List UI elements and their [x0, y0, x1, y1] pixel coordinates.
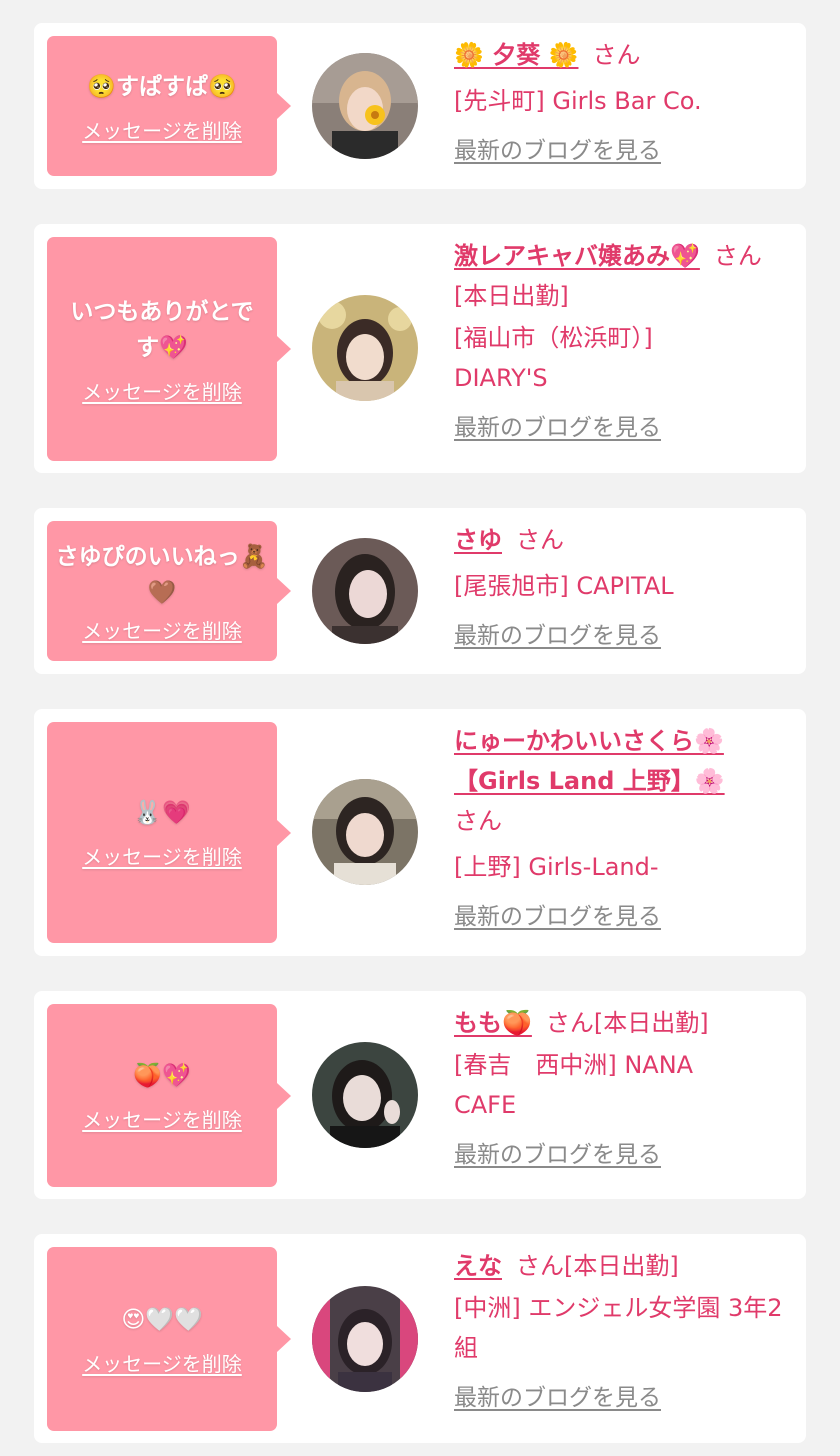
- message-bubble: 🥺すぱすぱ🥺 メッセージを削除: [47, 36, 291, 176]
- honorific: さん: [516, 1252, 564, 1280]
- message-card: いつもありがとです💖 メッセージを削除 激レアキャバ嬢あみ💖 さん [本日出勤] […: [34, 224, 806, 473]
- message-text: 🍑💖: [133, 1063, 191, 1089]
- avatar[interactable]: [312, 779, 418, 885]
- photo-avatar-icon: [312, 295, 418, 401]
- message-bubble: いつもありがとです💖 メッセージを削除: [47, 237, 291, 461]
- shop-text: [先斗町] Girls Bar Co.: [454, 87, 702, 115]
- latest-blog-link[interactable]: 最新のブログを見る: [454, 1378, 661, 1418]
- message-text: 🐰💗: [133, 800, 191, 826]
- latest-blog-link[interactable]: 最新のブログを見る: [454, 897, 661, 937]
- photo-avatar-icon: [312, 1286, 418, 1392]
- message-text: 🥺すぱすぱ🥺: [87, 73, 237, 100]
- honorific: さん: [713, 242, 762, 270]
- latest-blog-link[interactable]: 最新のブログを見る: [454, 131, 661, 171]
- cast-info: えな さん[本日出勤] [中洲] エンジェル女学園 3年2組 最新のブログを見る: [454, 1246, 792, 1418]
- avatar[interactable]: [312, 538, 418, 644]
- latest-blog-link[interactable]: 最新のブログを見る: [454, 408, 661, 448]
- photo-avatar-icon: [312, 538, 418, 644]
- photo-avatar-icon: [312, 1042, 418, 1148]
- cast-info: にゅーかわいいさくら🌸【Girls Land 上野】🌸 さん [上野] Girl…: [454, 721, 792, 937]
- delete-message-link[interactable]: メッセージを削除: [82, 841, 242, 870]
- latest-blog-link[interactable]: 最新のブログを見る: [454, 616, 661, 656]
- delete-message-link[interactable]: メッセージを削除: [82, 1348, 242, 1377]
- today-status: [本日出勤]: [564, 1252, 679, 1280]
- message-bubble: 🐰💗 メッセージを削除: [47, 722, 291, 943]
- today-status: [本日出勤]: [593, 1009, 709, 1037]
- cast-name-link[interactable]: さゆ: [454, 526, 502, 554]
- message-bubble: 😍🤍🤍 メッセージを削除: [47, 1247, 291, 1431]
- cast-name-link[interactable]: にゅーかわいいさくら🌸【Girls Land 上野】🌸: [454, 727, 725, 795]
- shop-text: [中洲] エンジェル女学園 3年2組: [454, 1294, 783, 1362]
- honorific: さん: [454, 807, 502, 835]
- cast-name-link[interactable]: もも🍑: [454, 1009, 532, 1037]
- message-bubble: 🍑💖 メッセージを削除: [47, 1004, 291, 1187]
- shop-text: [上野] Girls-Land-: [454, 853, 659, 881]
- avatar[interactable]: [312, 295, 418, 401]
- cast-name-link[interactable]: 激レアキャバ嬢あみ💖: [454, 242, 700, 270]
- delete-message-link[interactable]: メッセージを削除: [82, 1104, 242, 1133]
- avatar[interactable]: [312, 1042, 418, 1148]
- delete-message-link[interactable]: メッセージを削除: [82, 615, 242, 644]
- honorific: さん: [545, 1009, 594, 1037]
- message-bubble: さゆぴのいいねっ🧸🤎 メッセージを削除: [47, 521, 291, 661]
- latest-blog-link[interactable]: 最新のブログを見る: [454, 1135, 661, 1175]
- today-status: [本日出勤]: [454, 282, 569, 310]
- cast-info: さゆ さん [尾張旭市] CAPITAL 最新のブログを見る: [454, 520, 792, 656]
- cast-info: 激レアキャバ嬢あみ💖 さん [本日出勤] [福山市（松浜町）] DIARY'S 最新…: [454, 236, 792, 448]
- avatar[interactable]: [312, 53, 418, 159]
- delete-message-link[interactable]: メッセージを削除: [82, 115, 242, 144]
- photo-avatar-icon: [312, 779, 418, 885]
- shop-text: [尾張旭市] CAPITAL: [454, 572, 674, 600]
- message-card: 🐰💗 メッセージを削除 にゅーかわいいさくら🌸【Girls Land 上野】🌸 …: [34, 709, 806, 956]
- message-card: 😍🤍🤍 メッセージを削除 えな さん[本日出勤] [中洲] エンジェル女学園 3年…: [34, 1234, 806, 1443]
- message-text: さゆぴのいいねっ🧸🤎: [55, 543, 269, 606]
- message-card: さゆぴのいいねっ🧸🤎 メッセージを削除 さゆ さん [尾張旭市] CAPITAL …: [34, 508, 806, 674]
- cast-name-link[interactable]: 🌼 夕葵 🌼: [454, 41, 578, 69]
- cast-info: もも🍑 さん[本日出勤] [春吉 西中洲] NANA CAFE 最新のブログを見る: [454, 1003, 792, 1175]
- cast-name-link[interactable]: えな: [454, 1252, 502, 1280]
- delete-message-link[interactable]: メッセージを削除: [82, 376, 242, 405]
- shop-text: [春吉 西中洲] NANA CAFE: [454, 1051, 694, 1119]
- avatar[interactable]: [312, 1286, 418, 1392]
- honorific: さん: [516, 526, 564, 554]
- message-card: 🥺すぱすぱ🥺 メッセージを削除 🌼 夕葵 🌼 さん [先斗町] Girls Bar…: [34, 23, 806, 189]
- message-text: 😍🤍🤍: [121, 1306, 203, 1333]
- shop-text: [福山市（松浜町）] DIARY'S: [454, 324, 653, 392]
- honorific: さん: [592, 41, 641, 69]
- cast-info: 🌼 夕葵 🌼 さん [先斗町] Girls Bar Co. 最新のブログを見る: [454, 35, 792, 171]
- message-card: 🍑💖 メッセージを削除 もも🍑 さん[本日出勤] [春吉 西中洲] NANA CA…: [34, 991, 806, 1199]
- message-text: いつもありがとです💖: [70, 298, 254, 361]
- photo-avatar-icon: [312, 53, 418, 159]
